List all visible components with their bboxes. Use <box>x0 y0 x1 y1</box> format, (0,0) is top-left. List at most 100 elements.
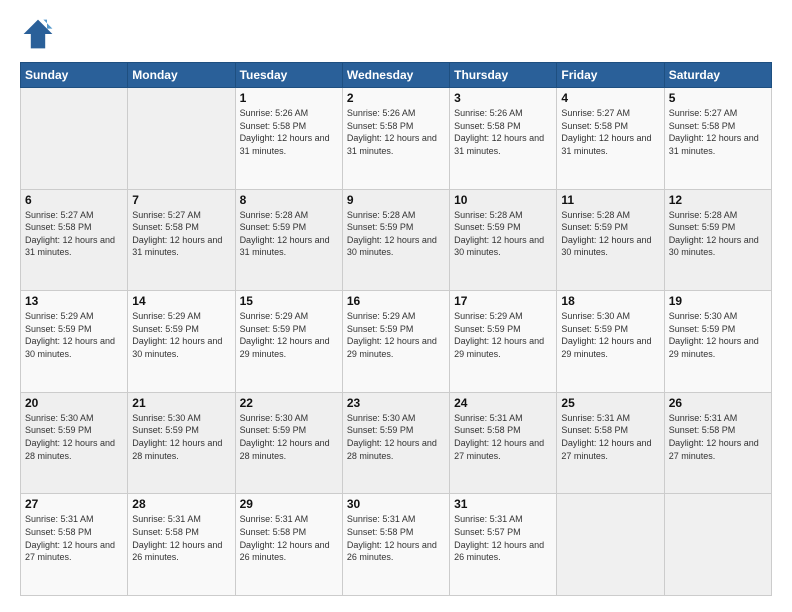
calendar-cell: 20 Sunrise: 5:30 AM Sunset: 5:59 PM Dayli… <box>21 392 128 494</box>
day-info: Sunrise: 5:31 AM Sunset: 5:58 PM Dayligh… <box>132 513 230 563</box>
day-info: Sunrise: 5:26 AM Sunset: 5:58 PM Dayligh… <box>454 107 552 157</box>
calendar-cell: 1 Sunrise: 5:26 AM Sunset: 5:58 PM Daylig… <box>235 88 342 190</box>
day-info: Sunrise: 5:27 AM Sunset: 5:58 PM Dayligh… <box>25 209 123 259</box>
calendar-cell: 31 Sunrise: 5:31 AM Sunset: 5:57 PM Dayli… <box>450 494 557 596</box>
day-info: Sunrise: 5:27 AM Sunset: 5:58 PM Dayligh… <box>132 209 230 259</box>
day-info: Sunrise: 5:31 AM Sunset: 5:57 PM Dayligh… <box>454 513 552 563</box>
day-number: 12 <box>669 193 767 207</box>
weekday-header-wednesday: Wednesday <box>342 63 449 88</box>
day-number: 10 <box>454 193 552 207</box>
calendar-cell: 22Sunrise: 5:30 AM Sunset: 5:59 PM Dayli… <box>235 392 342 494</box>
calendar-cell <box>664 494 771 596</box>
weekday-header-thursday: Thursday <box>450 63 557 88</box>
day-info: Sunrise: 5:29 AM Sunset: 5:59 PM Dayligh… <box>240 310 338 360</box>
week-row-5: 27 Sunrise: 5:31 AM Sunset: 5:58 PM Dayli… <box>21 494 772 596</box>
day-number: 26 <box>669 396 767 410</box>
calendar-cell: 12 Sunrise: 5:28 AM Sunset: 5:59 PM Dayli… <box>664 189 771 291</box>
calendar-cell: 25Sunrise: 5:31 AM Sunset: 5:58 PM Dayli… <box>557 392 664 494</box>
calendar-cell: 27 Sunrise: 5:31 AM Sunset: 5:58 PM Dayli… <box>21 494 128 596</box>
calendar-cell: 4 Sunrise: 5:27 AM Sunset: 5:58 PM Daylig… <box>557 88 664 190</box>
day-info: Sunrise: 5:29 AM Sunset: 5:59 PM Dayligh… <box>347 310 445 360</box>
day-info: Sunrise: 5:31 AM Sunset: 5:58 PM Dayligh… <box>561 412 659 462</box>
day-number: 15 <box>240 294 338 308</box>
calendar-cell: 7 Sunrise: 5:27 AM Sunset: 5:58 PM Daylig… <box>128 189 235 291</box>
day-info: Sunrise: 5:26 AM Sunset: 5:58 PM Dayligh… <box>240 107 338 157</box>
weekday-header-saturday: Saturday <box>664 63 771 88</box>
week-row-4: 20 Sunrise: 5:30 AM Sunset: 5:59 PM Dayli… <box>21 392 772 494</box>
day-number: 30 <box>347 497 445 511</box>
week-row-2: 6 Sunrise: 5:27 AM Sunset: 5:58 PM Daylig… <box>21 189 772 291</box>
day-number: 7 <box>132 193 230 207</box>
day-info: Sunrise: 5:31 AM Sunset: 5:58 PM Dayligh… <box>25 513 123 563</box>
calendar-cell: 29 Sunrise: 5:31 AM Sunset: 5:58 PM Dayli… <box>235 494 342 596</box>
day-number: 27 <box>25 497 123 511</box>
week-row-3: 13 Sunrise: 5:29 AM Sunset: 5:59 PM Dayli… <box>21 291 772 393</box>
day-number: 6 <box>25 193 123 207</box>
day-info: Sunrise: 5:26 AM Sunset: 5:58 PM Dayligh… <box>347 107 445 157</box>
week-row-1: 1 Sunrise: 5:26 AM Sunset: 5:58 PM Daylig… <box>21 88 772 190</box>
day-info: Sunrise: 5:30 AM Sunset: 5:59 PM Dayligh… <box>561 310 659 360</box>
day-info: Sunrise: 5:28 AM Sunset: 5:59 PM Dayligh… <box>669 209 767 259</box>
calendar-cell: 14 Sunrise: 5:29 AM Sunset: 5:59 PM Dayli… <box>128 291 235 393</box>
day-info: Sunrise: 5:29 AM Sunset: 5:59 PM Dayligh… <box>132 310 230 360</box>
calendar-cell: 8Sunrise: 5:28 AM Sunset: 5:59 PM Daylig… <box>235 189 342 291</box>
logo <box>20 16 62 52</box>
weekday-header-tuesday: Tuesday <box>235 63 342 88</box>
day-info: Sunrise: 5:27 AM Sunset: 5:58 PM Dayligh… <box>669 107 767 157</box>
calendar-cell: 21 Sunrise: 5:30 AM Sunset: 5:59 PM Dayli… <box>128 392 235 494</box>
day-number: 31 <box>454 497 552 511</box>
calendar-cell: 15 Sunrise: 5:29 AM Sunset: 5:59 PM Dayli… <box>235 291 342 393</box>
day-info: Sunrise: 5:30 AM Sunset: 5:59 PM Dayligh… <box>132 412 230 462</box>
day-number: 1 <box>240 91 338 105</box>
day-info: Sunrise: 5:28 AM Sunset: 5:59 PM Dayligh… <box>454 209 552 259</box>
weekday-header-sunday: Sunday <box>21 63 128 88</box>
calendar-cell: 2 Sunrise: 5:26 AM Sunset: 5:58 PM Daylig… <box>342 88 449 190</box>
day-number: 4 <box>561 91 659 105</box>
calendar-cell: 30 Sunrise: 5:31 AM Sunset: 5:58 PM Dayli… <box>342 494 449 596</box>
calendar-cell: 6 Sunrise: 5:27 AM Sunset: 5:58 PM Daylig… <box>21 189 128 291</box>
day-number: 18 <box>561 294 659 308</box>
day-number: 13 <box>25 294 123 308</box>
day-number: 3 <box>454 91 552 105</box>
weekday-header-friday: Friday <box>557 63 664 88</box>
day-number: 20 <box>25 396 123 410</box>
weekday-header-row: SundayMondayTuesdayWednesdayThursdayFrid… <box>21 63 772 88</box>
day-number: 14 <box>132 294 230 308</box>
day-info: Sunrise: 5:30 AM Sunset: 5:59 PM Dayligh… <box>240 412 338 462</box>
page: SundayMondayTuesdayWednesdayThursdayFrid… <box>0 0 792 612</box>
day-info: Sunrise: 5:30 AM Sunset: 5:59 PM Dayligh… <box>25 412 123 462</box>
day-number: 9 <box>347 193 445 207</box>
header <box>20 16 772 52</box>
day-info: Sunrise: 5:28 AM Sunset: 5:59 PM Dayligh… <box>561 209 659 259</box>
calendar-cell: 17Sunrise: 5:29 AM Sunset: 5:59 PM Dayli… <box>450 291 557 393</box>
day-info: Sunrise: 5:28 AM Sunset: 5:59 PM Dayligh… <box>347 209 445 259</box>
calendar-cell: 9 Sunrise: 5:28 AM Sunset: 5:59 PM Daylig… <box>342 189 449 291</box>
logo-icon <box>20 16 56 52</box>
calendar-cell: 3 Sunrise: 5:26 AM Sunset: 5:58 PM Daylig… <box>450 88 557 190</box>
day-info: Sunrise: 5:31 AM Sunset: 5:58 PM Dayligh… <box>347 513 445 563</box>
day-number: 19 <box>669 294 767 308</box>
day-number: 5 <box>669 91 767 105</box>
day-info: Sunrise: 5:30 AM Sunset: 5:59 PM Dayligh… <box>347 412 445 462</box>
calendar-cell: 18 Sunrise: 5:30 AM Sunset: 5:59 PM Dayli… <box>557 291 664 393</box>
calendar-cell <box>21 88 128 190</box>
day-info: Sunrise: 5:31 AM Sunset: 5:58 PM Dayligh… <box>240 513 338 563</box>
day-number: 24 <box>454 396 552 410</box>
day-number: 28 <box>132 497 230 511</box>
day-info: Sunrise: 5:29 AM Sunset: 5:59 PM Dayligh… <box>454 310 552 360</box>
day-info: Sunrise: 5:27 AM Sunset: 5:58 PM Dayligh… <box>561 107 659 157</box>
day-info: Sunrise: 5:29 AM Sunset: 5:59 PM Dayligh… <box>25 310 123 360</box>
calendar-cell: 16Sunrise: 5:29 AM Sunset: 5:59 PM Dayli… <box>342 291 449 393</box>
day-number: 2 <box>347 91 445 105</box>
calendar-cell: 11 Sunrise: 5:28 AM Sunset: 5:59 PM Dayli… <box>557 189 664 291</box>
day-number: 11 <box>561 193 659 207</box>
calendar-cell: 10 Sunrise: 5:28 AM Sunset: 5:59 PM Dayli… <box>450 189 557 291</box>
day-number: 8 <box>240 193 338 207</box>
day-info: Sunrise: 5:30 AM Sunset: 5:59 PM Dayligh… <box>669 310 767 360</box>
day-info: Sunrise: 5:31 AM Sunset: 5:58 PM Dayligh… <box>669 412 767 462</box>
day-number: 21 <box>132 396 230 410</box>
day-number: 29 <box>240 497 338 511</box>
calendar-cell <box>557 494 664 596</box>
calendar-cell: 28 Sunrise: 5:31 AM Sunset: 5:58 PM Dayli… <box>128 494 235 596</box>
calendar-cell: 5 Sunrise: 5:27 AM Sunset: 5:58 PM Daylig… <box>664 88 771 190</box>
